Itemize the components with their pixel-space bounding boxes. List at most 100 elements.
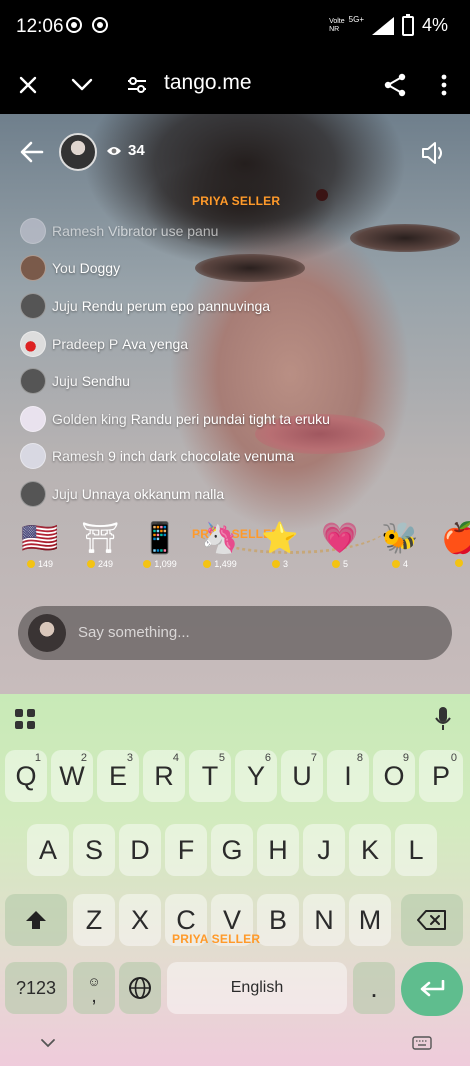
more-options-button[interactable] — [430, 56, 458, 114]
soft-keyboard: Q1 W2 E3 R4 T5 Y6 U7 I8 O9 P0 A S D F G … — [0, 694, 470, 1066]
key-e[interactable]: E3 — [97, 750, 139, 802]
flag-heart-icon: 🇺🇸 — [21, 521, 59, 555]
key-o[interactable]: O9 — [373, 750, 415, 802]
chat-avatar[interactable] — [20, 217, 46, 244]
gift-item[interactable]: 🍎 — [440, 519, 470, 589]
keyboard-nav-bar — [0, 1026, 470, 1066]
symbols-key[interactable]: ?123 — [5, 962, 67, 1014]
shift-key[interactable] — [5, 894, 67, 946]
key-g[interactable]: G — [211, 824, 253, 876]
chat-text: Rendu perum epo pannuvinga — [81, 297, 271, 314]
coin-icon — [391, 560, 400, 568]
minimize-button[interactable] — [64, 56, 100, 114]
space-key[interactable]: English — [167, 962, 347, 1014]
chevron-down-icon — [71, 78, 93, 91]
chat-username[interactable]: Juju — [52, 486, 78, 502]
chat-username[interactable]: Golden king — [52, 411, 127, 427]
key-k[interactable]: K — [349, 824, 391, 876]
share-icon — [384, 73, 406, 97]
period-key[interactable]: . — [353, 962, 395, 1014]
chat-avatar[interactable] — [20, 255, 46, 282]
chat-username[interactable]: Ramesh — [52, 223, 104, 239]
key-m[interactable]: M — [349, 894, 391, 946]
key-n[interactable]: N — [303, 894, 345, 946]
host-avatar[interactable] — [59, 133, 97, 171]
close-tab-button[interactable] — [10, 56, 46, 114]
signal-icon — [371, 16, 394, 35]
backspace-key[interactable] — [401, 894, 463, 946]
key-d[interactable]: D — [119, 824, 161, 876]
key-s[interactable]: S — [73, 824, 115, 876]
battery-icon — [401, 13, 414, 36]
chat-avatar[interactable] — [20, 292, 46, 319]
viewer-count[interactable]: 34 — [106, 142, 145, 159]
gift-price — [454, 559, 466, 567]
share-button[interactable] — [378, 56, 412, 114]
user-avatar — [28, 614, 66, 652]
gift-item[interactable]: ⭐ 3 — [260, 519, 300, 589]
gift-item[interactable]: 💗 5 — [320, 519, 360, 589]
keyboard-switch-icon[interactable] — [412, 1036, 432, 1050]
key-i[interactable]: I8 — [327, 750, 369, 802]
key-b[interactable]: B — [257, 894, 299, 946]
gift-price: 4 — [391, 559, 408, 569]
more-vert-icon — [441, 74, 447, 96]
gate-icon: ⛩ — [80, 521, 120, 555]
gift-item[interactable]: 🦄 1,499 — [200, 519, 240, 589]
chat-avatar[interactable] — [20, 330, 46, 357]
gift-item[interactable]: 📱 1,099 — [140, 519, 180, 589]
gift-item[interactable]: 🇺🇸 149 — [20, 519, 60, 589]
chat-username[interactable]: Juju — [52, 298, 78, 314]
key-u[interactable]: U7 — [281, 750, 323, 802]
key-a[interactable]: A — [27, 824, 69, 876]
browser-toolbar: tango.me — [0, 56, 470, 114]
shift-icon — [26, 911, 46, 929]
backspace-icon — [417, 910, 446, 930]
keyboard-toolbar — [0, 694, 470, 742]
chat-username[interactable]: You — [52, 260, 76, 276]
microphone-icon[interactable] — [434, 706, 452, 732]
gift-item[interactable]: 🐝 4 — [380, 519, 420, 589]
chat-username[interactable]: Juju — [52, 373, 78, 389]
language-key[interactable] — [119, 962, 161, 1014]
comment-placeholder: Say something... — [78, 624, 190, 641]
key-w[interactable]: W2 — [51, 750, 93, 802]
key-p[interactable]: P0 — [419, 750, 463, 802]
key-l[interactable]: L — [395, 824, 437, 876]
key-h[interactable]: H — [257, 824, 299, 876]
enter-icon — [420, 980, 445, 997]
chat-avatar[interactable] — [20, 368, 46, 395]
key-j[interactable]: J — [303, 824, 345, 876]
coin-icon — [143, 560, 152, 568]
volume-icon[interactable] — [420, 140, 448, 166]
chat-message: Ramesh 9 inch dark chocolate venuma — [20, 438, 460, 476]
key-y[interactable]: Y6 — [235, 750, 277, 802]
coin-icon — [26, 560, 35, 568]
chat-username[interactable]: Pradeep P — [52, 336, 118, 352]
key-r[interactable]: R4 — [143, 750, 185, 802]
chat-username[interactable]: Ramesh — [52, 448, 104, 464]
key-x[interactable]: X — [119, 894, 161, 946]
site-settings-button[interactable] — [122, 56, 152, 114]
back-button[interactable] — [18, 138, 46, 166]
comment-input[interactable]: Say something... — [18, 606, 452, 660]
key-z[interactable]: Z — [73, 894, 115, 946]
url-text[interactable]: tango.me — [164, 71, 252, 95]
chat-avatar[interactable] — [20, 480, 46, 507]
live-video[interactable]: 34 PRIYA SELLER Ramesh Vibrator use panu… — [0, 114, 470, 694]
star-icon: ⭐ — [261, 521, 299, 555]
key-q[interactable]: Q1 — [5, 750, 47, 802]
watermark-text: PRIYA SELLER — [172, 932, 261, 946]
key-t[interactable]: T5 — [189, 750, 231, 802]
chat-avatar[interactable] — [20, 405, 46, 432]
enter-key[interactable] — [401, 962, 463, 1016]
apps-grid-icon[interactable] — [14, 708, 36, 730]
network-label: Volte NR — [329, 17, 345, 33]
gift-item[interactable]: ⛩ 249 — [80, 519, 120, 589]
gift-price: 3 — [271, 559, 288, 569]
chat-avatar[interactable] — [20, 443, 46, 470]
apple-icon: 🍎 — [441, 521, 470, 555]
key-f[interactable]: F — [165, 824, 207, 876]
hide-keyboard-icon[interactable] — [40, 1038, 56, 1048]
comma-key[interactable]: ☺ , — [73, 962, 115, 1014]
